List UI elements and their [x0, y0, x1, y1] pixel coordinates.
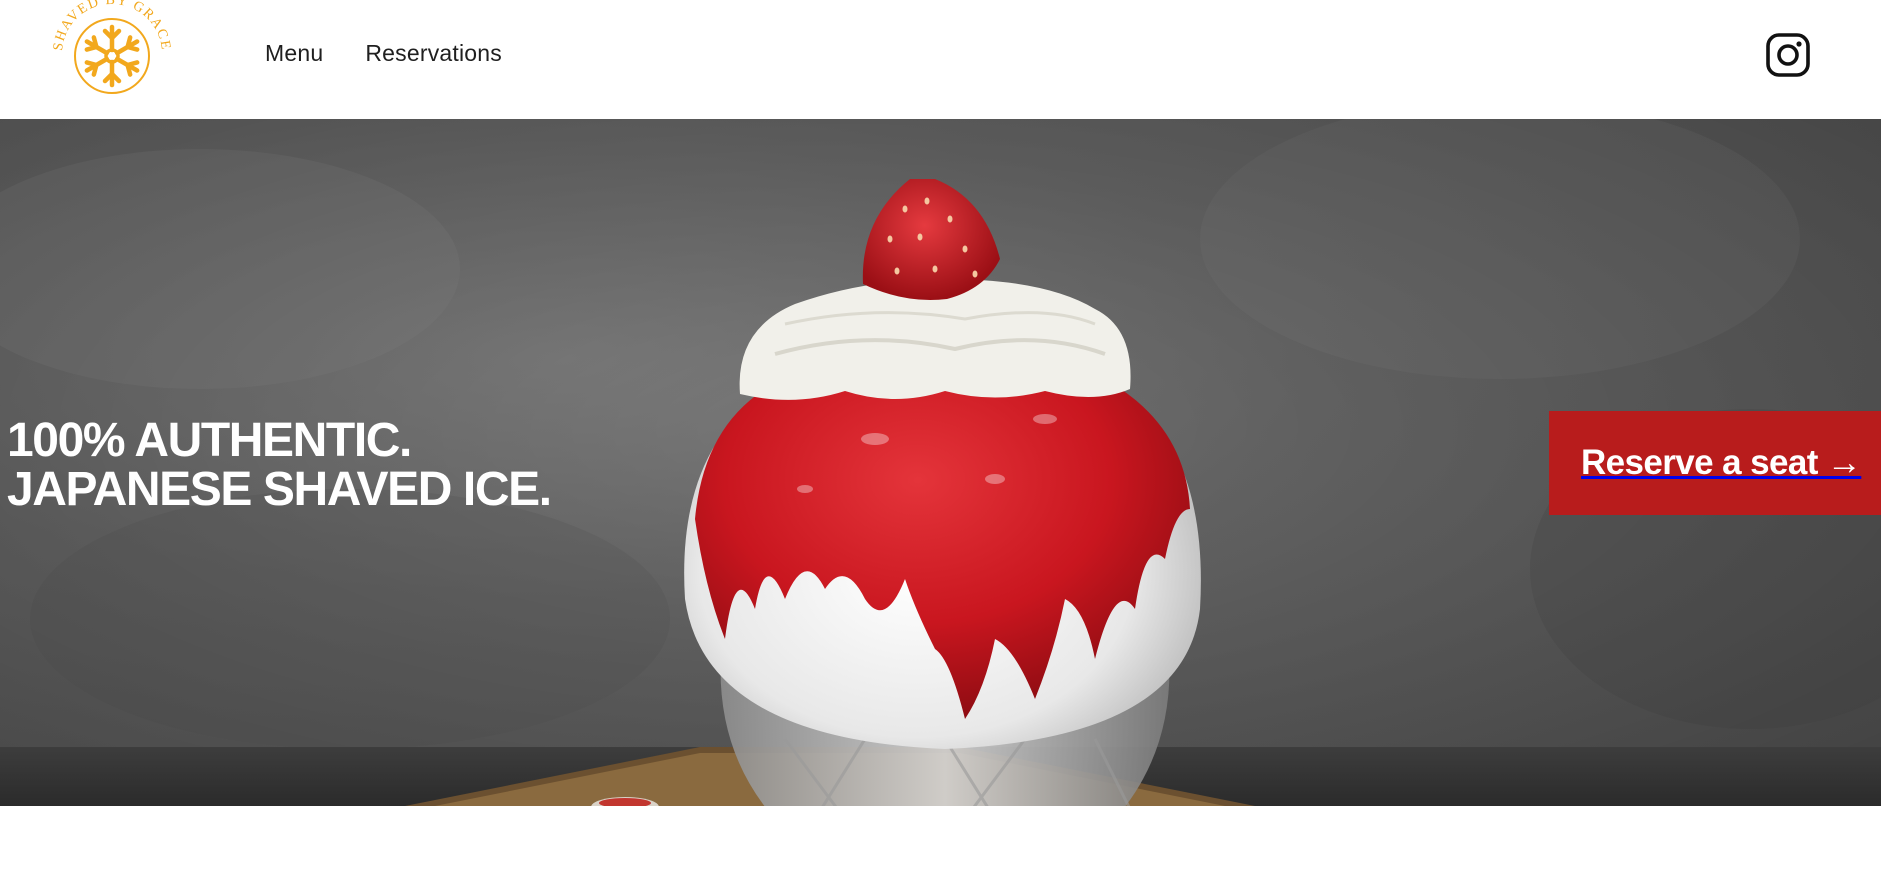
nav-link-menu[interactable]: Menu [265, 40, 323, 67]
headline-line-2: JAPANESE SHAVED ICE. [7, 463, 552, 516]
hero-section: 100% AUTHENTIC. JAPANESE SHAVED ICE. Res… [0, 119, 1881, 806]
brand-logo[interactable]: SHAVED BY GRACE [48, 0, 176, 104]
nav-link-reservations[interactable]: Reservations [365, 40, 502, 67]
headline-line-1: 100% AUTHENTIC. [7, 414, 412, 467]
snowflake-logo-icon: SHAVED BY GRACE [51, 0, 172, 94]
strawberry-shaved-ice-icon [684, 179, 1201, 806]
instagram-link[interactable] [1766, 33, 1810, 77]
reserve-seat-label: Reserve a seat → [1581, 443, 1862, 482]
site-header: SHAVED BY GRACE Menu Reservations [0, 0, 1881, 119]
instagram-icon [1766, 33, 1810, 77]
hero-headline: 100% AUTHENTIC. JAPANESE SHAVED ICE. [7, 414, 552, 516]
reserve-seat-button[interactable]: Reserve a seat → [1549, 411, 1881, 515]
main-nav: Menu Reservations [265, 40, 502, 67]
